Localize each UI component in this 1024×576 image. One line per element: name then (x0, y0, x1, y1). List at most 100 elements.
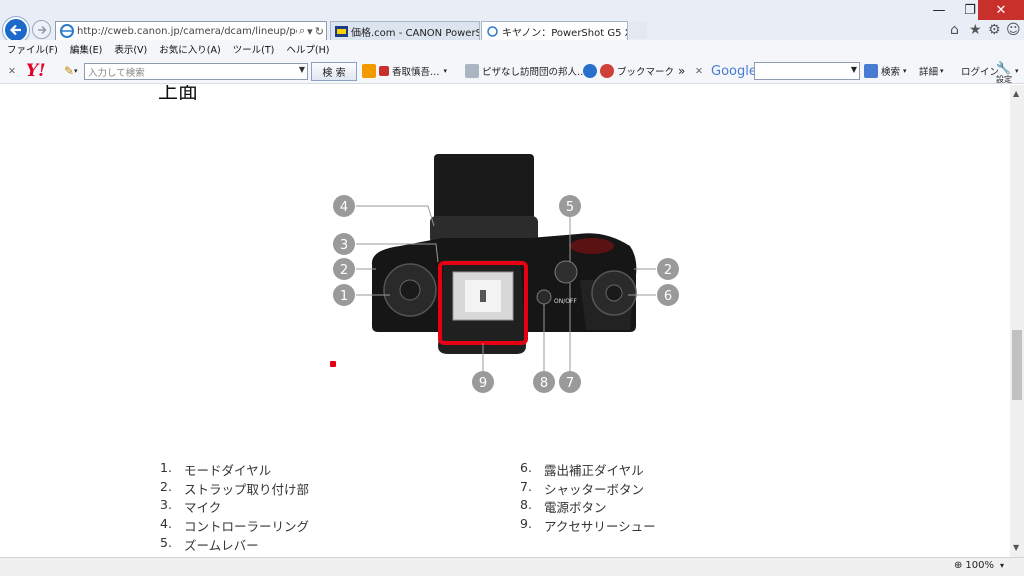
callout-1: 1 (340, 289, 348, 304)
google-bar-close-icon[interactable]: ✕ (695, 58, 703, 84)
menu-file[interactable]: ファイル(F) (7, 42, 58, 56)
tab-label: 価格.com - CANON PowerShot... (351, 27, 480, 39)
new-tab-button[interactable] (629, 22, 647, 39)
toolbar-item-2[interactable]: ピザなし訪問団の邦人… ▾ (465, 58, 594, 84)
parts-list-left: 1. モードダイヤル 2. ストラップ取り付け部 3. マイク 4. コントローラーリン… (160, 460, 309, 553)
gear-icon[interactable]: ⚙ (988, 22, 1001, 38)
scroll-thumb[interactable] (1012, 330, 1022, 400)
zoom-level: 100% (965, 560, 994, 571)
list-item: 8. 電源ボタン (520, 497, 656, 516)
tab-kakaku[interactable]: 価格.com - CANON PowerShot... (330, 21, 480, 40)
mode-dial-center (399, 279, 421, 301)
home-icon[interactable]: ⌂ (950, 22, 959, 38)
list-item: 5. ズームレバー (160, 535, 309, 554)
list-number: 9. (520, 516, 532, 532)
vertical-scrollbar[interactable]: ▲ ▼ (1010, 85, 1024, 557)
google-search-input[interactable]: ▼ (754, 62, 860, 80)
yahoo-search-input[interactable]: 入力して検索 ▼ (84, 63, 308, 80)
google-search-button[interactable]: 検索 ▾ (864, 58, 907, 84)
close-window-button[interactable]: ✕ (978, 0, 1024, 20)
menu-bar: ファイル(F) 編集(E) 表示(V) お気に入り(A) ツール(T) ヘルプ(… (0, 40, 1024, 58)
callout-6: 6 (664, 289, 672, 304)
tab-canon[interactable]: キヤノン：PowerShot G5 X | ... ✕ (481, 21, 628, 40)
power-button (536, 289, 552, 305)
callout-7: 7 (566, 376, 574, 391)
callout-5: 5 (566, 200, 574, 215)
list-label: ストラップ取り付け部 (184, 481, 310, 497)
address-url[interactable]: http://cweb.canon.jp/camera/dcam/lineup/… (77, 26, 297, 37)
chevron-down-icon[interactable]: ▾ (74, 58, 78, 84)
favorites-star-icon[interactable]: ★ (969, 22, 982, 38)
list-item: 2. ストラップ取り付け部 (160, 479, 309, 498)
forward-button[interactable] (32, 20, 51, 39)
menu-help[interactable]: ヘルプ(H) (286, 42, 329, 56)
toolbar-item-news[interactable]: 香取慎吾… ▾ (362, 58, 447, 84)
ie-page-icon (60, 24, 74, 38)
minimize-button[interactable]: — (916, 0, 962, 20)
bookmark-button[interactable]: ブックマーク (583, 58, 674, 84)
list-label: マイク (184, 500, 222, 516)
page-content: 上面 ON/OFF 4 3 2 1 5 2 6 9 8 7 1. モードダイヤル… (0, 85, 1010, 557)
bookmark-label: ブックマーク (617, 67, 675, 78)
details-button[interactable]: 詳細 ▾ (919, 58, 944, 84)
list-item: 6. 露出補正ダイヤル (520, 460, 656, 479)
menu-edit[interactable]: 編集(E) (70, 42, 102, 56)
camera-top-view-diagram: ON/OFF 4 3 2 1 5 2 6 9 8 7 (333, 154, 679, 393)
onoff-label: ON/OFF (554, 298, 577, 305)
chevron-down-icon[interactable]: ▾ (444, 67, 448, 75)
status-bar: ⊕ 100% ▾ (0, 557, 1024, 576)
dropdown-icon[interactable]: ▾ (307, 25, 313, 38)
front-dial (570, 238, 614, 254)
list-item: 4. コントローラーリング (160, 516, 309, 535)
list-label: 電源ボタン (544, 500, 607, 516)
list-number: 1. (160, 460, 172, 475)
list-label: ズームレバー (184, 537, 259, 553)
chevron-down-icon: ▾ (903, 67, 907, 75)
list-label: 露出補正ダイヤル (544, 463, 644, 478)
chevron-down-icon[interactable]: ▼ (299, 65, 305, 74)
menu-favorites[interactable]: お気に入り(A) (159, 42, 220, 56)
yahoo-logo[interactable]: Y! (26, 58, 46, 84)
scroll-up-arrow-icon[interactable]: ▲ (1013, 89, 1019, 98)
list-item: 1. モードダイヤル (160, 460, 309, 479)
toolbar-close-icon[interactable]: ✕ (8, 58, 16, 84)
pencil-icon[interactable]: ✎ (64, 58, 74, 84)
news-badge-icon (379, 66, 389, 76)
callout-3: 3 (340, 238, 348, 253)
chevron-down-icon[interactable]: ▾ (1015, 58, 1019, 84)
search-icon[interactable]: ⌕ (299, 24, 305, 38)
menu-tools[interactable]: ツール(T) (233, 42, 275, 56)
refresh-icon[interactable]: ↻ (315, 25, 324, 38)
list-label: アクセサリーシュー (544, 519, 656, 535)
toolbar-item-1-label: 香取慎吾… (392, 67, 440, 78)
login-button[interactable]: ログイン (961, 58, 999, 84)
toolbar-item-2-label: ピザなし訪問団の邦人… (482, 67, 587, 78)
tab-label: キヤノン：PowerShot G5 X | ... (502, 27, 627, 39)
section-heading: 上面 (158, 85, 198, 103)
list-number: 8. (520, 497, 532, 513)
overflow-chevron[interactable]: » (678, 58, 685, 84)
back-arrow-icon (9, 24, 21, 36)
smiley-feedback-icon[interactable]: ☺ (1006, 22, 1021, 38)
list-label: コントローラーリング (184, 519, 310, 535)
address-bar[interactable]: http://cweb.canon.jp/camera/dcam/lineup/… (55, 21, 327, 41)
chevron-down-icon[interactable]: ▾ (1000, 561, 1004, 570)
list-number: 6. (520, 460, 532, 475)
shutter-button (554, 260, 578, 284)
scroll-down-arrow-icon[interactable]: ▼ (1013, 543, 1019, 552)
page-icon (465, 64, 479, 78)
bookmark-icon (600, 64, 614, 78)
zoom-control[interactable]: ⊕ 100% ▾ (954, 560, 1004, 571)
news-icon (362, 64, 376, 78)
callout-8: 8 (540, 376, 548, 391)
maximize-button[interactable]: ❐ (962, 0, 978, 20)
menu-view[interactable]: 表示(V) (114, 42, 147, 56)
chevron-down-icon[interactable]: ▼ (851, 65, 857, 74)
list-item: 3. マイク (160, 497, 309, 516)
callout-2-left: 2 (340, 263, 348, 278)
list-number: 4. (160, 516, 172, 532)
red-marker (330, 361, 336, 367)
yahoo-search-button[interactable]: 検 索 (311, 62, 357, 81)
list-number: 7. (520, 478, 532, 494)
zoom-icon: ⊕ (954, 560, 963, 571)
